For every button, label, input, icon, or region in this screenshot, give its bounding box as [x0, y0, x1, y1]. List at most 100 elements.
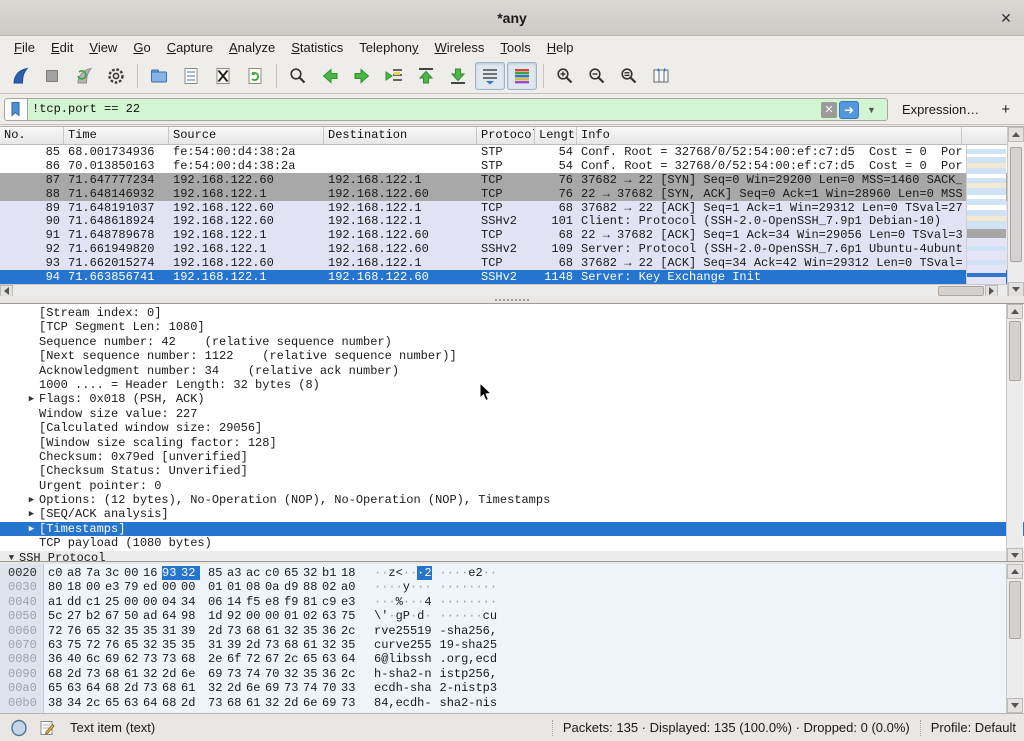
ascii-char[interactable]: · — [490, 580, 497, 594]
hex-byte[interactable]: c0 — [265, 566, 284, 580]
detail-vscrollbar[interactable] — [1006, 304, 1023, 562]
ascii-char[interactable]: e — [396, 696, 403, 710]
packet-row[interactable]: 8670.013850163fe:54:00:d4:38:2aSTP54Conf… — [0, 159, 1007, 173]
hex-byte[interactable]: 65 — [86, 624, 105, 638]
ascii-char[interactable]: u — [490, 609, 497, 623]
menu-edit[interactable]: Edit — [43, 38, 81, 57]
ascii-char[interactable]: 2 — [410, 667, 417, 681]
hex-byte[interactable]: 32 — [105, 624, 124, 638]
save-file-button[interactable] — [176, 62, 206, 90]
menu-statistics[interactable]: Statistics — [283, 38, 351, 57]
hex-byte[interactable]: 2e — [208, 652, 227, 666]
hex-byte[interactable]: 00 — [162, 580, 181, 594]
ascii-char[interactable]: 5 — [475, 667, 482, 681]
ascii-char[interactable]: 5 — [424, 638, 431, 652]
ascii-char[interactable]: h — [417, 681, 424, 695]
hex-row[interactable]: 00b038342c656364682d736861322d6e697384,e… — [0, 696, 1006, 710]
ascii-char[interactable]: h — [417, 696, 424, 710]
hex-byte[interactable]: 36 — [48, 652, 67, 666]
ascii-char[interactable]: % — [396, 595, 403, 609]
ascii-char[interactable]: · — [410, 566, 417, 580]
ascii-char[interactable]: a — [403, 667, 410, 681]
ascii-char[interactable]: · — [381, 595, 388, 609]
hex-byte[interactable]: 31 — [162, 624, 181, 638]
hex-byte[interactable]: 61 — [246, 696, 265, 710]
hex-byte[interactable]: 81 — [303, 595, 322, 609]
hex-byte[interactable]: c0 — [48, 566, 67, 580]
hex-byte[interactable]: c9 — [322, 595, 341, 609]
hex-byte[interactable]: 72 — [86, 638, 105, 652]
hex-byte[interactable]: 33 — [341, 681, 360, 695]
hex-byte[interactable]: 68 — [105, 681, 124, 695]
ascii-char[interactable]: s — [468, 681, 475, 695]
hex-byte[interactable]: 34 — [181, 595, 200, 609]
ascii-char[interactable]: 2 — [468, 667, 475, 681]
filter-dropdown-button[interactable]: ▼ — [867, 105, 879, 117]
hex-byte[interactable]: 73 — [227, 624, 246, 638]
hex-byte[interactable]: ac — [246, 566, 265, 580]
menu-wireless[interactable]: Wireless — [427, 38, 493, 57]
hex-row[interactable]: 0040a1ddc125000004340614f5e8f981c9e3···%… — [0, 595, 1006, 609]
hex-byte[interactable]: 73 — [208, 696, 227, 710]
ascii-char[interactable]: ' — [381, 609, 388, 623]
hex-byte[interactable]: 36 — [322, 624, 341, 638]
hex-byte[interactable]: 02 — [303, 609, 322, 623]
ascii-char[interactable]: 9 — [447, 638, 454, 652]
hex-byte[interactable]: 08 — [246, 580, 265, 594]
scroll-down-button[interactable] — [1007, 548, 1023, 562]
ascii-char[interactable]: 4 — [424, 595, 431, 609]
hex-byte[interactable]: 2d — [284, 696, 303, 710]
filter-apply-button[interactable]: ➜ — [839, 101, 859, 119]
ascii-char[interactable]: 2 — [483, 638, 490, 652]
hex-byte[interactable]: e3 — [105, 580, 124, 594]
ascii-char[interactable]: a — [424, 681, 431, 695]
hex-byte[interactable]: 00 — [246, 609, 265, 623]
column-header-protocol[interactable]: Protocol — [477, 127, 535, 144]
ascii-char[interactable]: - — [424, 696, 431, 710]
ascii-char[interactable]: · — [483, 595, 490, 609]
ascii-char[interactable]: i — [440, 667, 447, 681]
hex-byte[interactable]: 75 — [67, 638, 86, 652]
display-filter-input[interactable] — [32, 99, 822, 120]
hex-byte[interactable]: 72 — [48, 624, 67, 638]
hex-byte[interactable]: 18 — [67, 580, 86, 594]
ascii-char[interactable]: - — [403, 681, 410, 695]
column-header-destination[interactable]: Destination — [324, 127, 477, 144]
hex-byte[interactable]: ed — [143, 580, 162, 594]
scrollbar-thumb[interactable] — [938, 286, 984, 296]
packet-row[interactable]: 8971.648191037192.168.122.60192.168.122.… — [0, 201, 1007, 215]
capture-options-button[interactable] — [101, 62, 131, 90]
hex-byte[interactable]: 32 — [284, 624, 303, 638]
ascii-char[interactable]: · — [483, 580, 490, 594]
ascii-char[interactable]: . — [440, 652, 447, 666]
capture-comment-button[interactable] — [38, 719, 56, 737]
ascii-char[interactable]: i — [483, 696, 490, 710]
ascii-char[interactable]: - — [454, 638, 461, 652]
ascii-char[interactable]: , — [490, 667, 497, 681]
hex-byte[interactable]: c1 — [86, 595, 105, 609]
scrollbar-thumb[interactable] — [1009, 321, 1021, 381]
ascii-char[interactable]: n — [475, 696, 482, 710]
ascii-char[interactable]: z — [388, 566, 395, 580]
hex-byte[interactable]: 88 — [303, 580, 322, 594]
hex-byte[interactable]: 63 — [124, 696, 143, 710]
ascii-char[interactable]: 5 — [403, 624, 410, 638]
hex-byte[interactable]: 6e — [246, 681, 265, 695]
hex-byte[interactable]: 00 — [143, 595, 162, 609]
ascii-char[interactable]: · — [468, 595, 475, 609]
hex-byte[interactable]: 72 — [246, 652, 265, 666]
hex-byte[interactable]: 70 — [322, 681, 341, 695]
hex-byte[interactable]: 00 — [86, 580, 105, 594]
ascii-char[interactable]: 2 — [461, 696, 468, 710]
hex-byte[interactable]: 38 — [48, 696, 67, 710]
hex-byte[interactable]: f9 — [284, 595, 303, 609]
zoom-out-button[interactable] — [582, 62, 612, 90]
ascii-char[interactable]: g — [461, 652, 468, 666]
ascii-char[interactable]: l — [388, 652, 395, 666]
hex-byte[interactable]: 73 — [86, 667, 105, 681]
ascii-char[interactable]: e — [388, 624, 395, 638]
hex-byte[interactable]: 64 — [86, 681, 105, 695]
hex-byte[interactable]: 2d — [67, 667, 86, 681]
packet-row[interactable]: 8871.648146932192.168.122.1192.168.122.6… — [0, 187, 1007, 201]
ascii-char[interactable]: b — [403, 652, 410, 666]
